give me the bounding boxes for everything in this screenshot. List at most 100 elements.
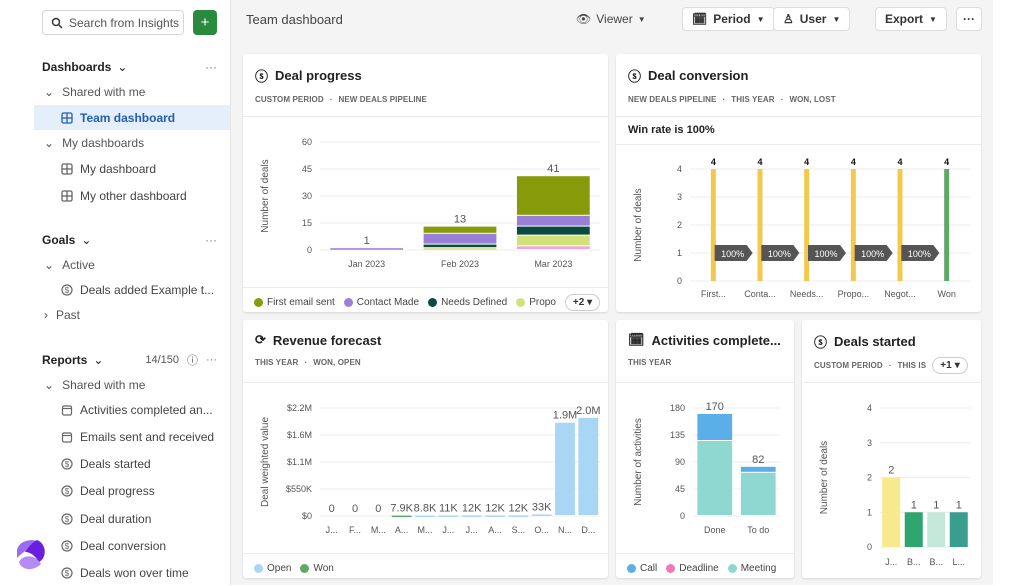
y-tick-label: 2 (677, 220, 682, 230)
legend-item[interactable]: Open (254, 563, 291, 574)
goals-more-button[interactable]: ··· (205, 233, 217, 247)
legend-item[interactable]: First email sent (254, 297, 335, 308)
bar-segment[interactable] (423, 248, 497, 250)
data-label: 4 (711, 157, 716, 167)
legend-item[interactable]: Meeting (727, 563, 776, 574)
sidebar-item-report[interactable]: $ Deal progress (34, 479, 230, 504)
dashboards-section-header[interactable]: Dashboards ⌄ ··· (42, 60, 217, 74)
bar-segment[interactable] (415, 515, 435, 518)
bar-segment[interactable] (757, 169, 763, 281)
legend-item[interactable]: Won (300, 563, 334, 574)
bar-segment[interactable] (516, 235, 590, 246)
bar-segment[interactable] (330, 248, 404, 250)
sidebar-item-report[interactable]: $ Deal duration (34, 506, 230, 531)
dashboard-icon (61, 162, 73, 175)
legend-item[interactable]: Deadline (666, 563, 719, 574)
bar-segment[interactable] (740, 466, 776, 472)
bar-segment[interactable] (897, 169, 903, 281)
bar-segment[interactable] (882, 477, 901, 548)
bar-segment[interactable] (697, 441, 733, 515)
period-button[interactable]: 🗓 Period ▼ (682, 7, 775, 31)
sidebar-item-my-other-dashboard[interactable]: My other dashboard (34, 183, 230, 208)
user-label: User (799, 12, 827, 26)
bar-segment[interactable] (391, 515, 412, 518)
bar-segment[interactable] (555, 422, 575, 515)
chevron-down-icon: ⌄ (44, 85, 55, 99)
user-button[interactable]: ♙ User ▼ (773, 7, 851, 31)
group-shared-with-me[interactable]: ⌄ Shared with me (44, 85, 145, 99)
conversion-rate: 100% (861, 249, 884, 259)
bar-segment[interactable] (485, 515, 505, 517)
card-title[interactable]: Revenue forecast (273, 333, 381, 348)
bar-segment[interactable] (423, 244, 497, 248)
more-legend-button[interactable]: +2 ▾ (564, 294, 601, 311)
bar-segment[interactable] (516, 176, 590, 215)
export-button[interactable]: Export ▼ (875, 7, 947, 31)
reports-section-header[interactable]: Reports ⌄ 14/150 ⓘ ··· (42, 352, 217, 368)
sidebar-item-report[interactable]: $ Deal conversion (34, 534, 230, 559)
bar-segment[interactable] (904, 512, 923, 547)
chevron-down-icon: ⌄ (44, 136, 55, 150)
legend-item[interactable]: Call (627, 563, 657, 574)
dollar-icon: $ (61, 567, 73, 579)
bar-segment[interactable] (804, 169, 810, 281)
data-label: 7.9K (390, 503, 413, 515)
y-tick-label: 15 (302, 218, 312, 228)
bar-segment[interactable] (740, 472, 776, 515)
bar-segment[interactable] (531, 514, 552, 516)
sidebar-item-goal[interactable]: $ Deals added Example t... (34, 277, 230, 302)
sidebar-item-my-dashboard[interactable]: My dashboard (34, 156, 230, 181)
more-button[interactable]: ··· (956, 7, 982, 31)
sidebar-item-report[interactable]: Activities completed an... (34, 397, 230, 422)
bar-segment[interactable] (516, 246, 590, 249)
sidebar-item-report[interactable]: Emails sent and received (34, 424, 230, 449)
group-past[interactable]: › Past (44, 308, 80, 322)
bar-segment[interactable] (949, 512, 968, 547)
sidebar-item-team-dashboard[interactable]: Team dashboard (34, 105, 230, 130)
dashboards-more-button[interactable]: ··· (205, 60, 217, 74)
add-button[interactable]: + (193, 10, 217, 35)
bar-segment[interactable] (697, 414, 733, 440)
more-filters-button[interactable]: +1 ▾ (932, 357, 968, 374)
filter: THIS YEAR (628, 358, 672, 367)
bar-segment[interactable] (423, 233, 497, 244)
group-my-dashboards[interactable]: ⌄ My dashboards (44, 136, 144, 150)
legend-item[interactable]: Propo (516, 297, 556, 308)
viewer-dropdown[interactable]: 👁 Viewer ▼ (576, 12, 646, 26)
legend-item[interactable]: Contact Made (343, 297, 419, 308)
bar-segment[interactable] (516, 215, 590, 226)
top-bar: Team dashboard 👁 Viewer ▼ 🗓 Period ▼ ♙ User ▼ … (231, 0, 993, 40)
group-label: Shared with me (62, 378, 146, 392)
info-icon[interactable]: ⓘ (187, 352, 198, 368)
bar-segment[interactable] (710, 169, 716, 281)
bar-segment[interactable] (927, 512, 946, 547)
sidebar-item-report[interactable]: $ Deals started (34, 452, 230, 477)
data-label: 0 (352, 503, 358, 515)
search-input[interactable]: Search from Insights (42, 10, 184, 35)
bar-segment[interactable] (508, 515, 529, 517)
bar-segment[interactable] (461, 515, 482, 517)
card-title[interactable]: Activities complete... (652, 333, 781, 348)
bar-segment[interactable] (516, 226, 590, 235)
card-title[interactable]: Deal conversion (648, 68, 748, 83)
period-label: Period (713, 12, 751, 26)
legend-swatch (666, 564, 676, 573)
legend-swatch (627, 564, 636, 573)
goals-section-header[interactable]: Goals ⌄ ··· (42, 233, 217, 247)
card-title[interactable]: Deals started (834, 334, 916, 349)
card-title[interactable]: Deal progress (275, 68, 362, 83)
group-reports-shared[interactable]: ⌄ Shared with me (44, 378, 145, 392)
group-active[interactable]: ⌄ Active (44, 258, 95, 272)
bar-segment[interactable] (850, 169, 856, 281)
bar-segment[interactable] (944, 169, 950, 281)
legend-item[interactable]: Needs Defined (428, 297, 507, 308)
x-tick-label: D... (581, 525, 595, 535)
item-label: Emails sent and received (80, 429, 215, 444)
sidebar-item-report[interactable]: $ Deals won over time (34, 561, 230, 586)
y-tick-label: 3 (867, 438, 872, 448)
bar-segment[interactable] (423, 226, 497, 233)
reports-more-button[interactable]: ··· (206, 354, 217, 366)
bar-segment[interactable] (438, 515, 459, 517)
bar-segment[interactable] (578, 417, 599, 515)
data-label: 0 (375, 503, 381, 515)
